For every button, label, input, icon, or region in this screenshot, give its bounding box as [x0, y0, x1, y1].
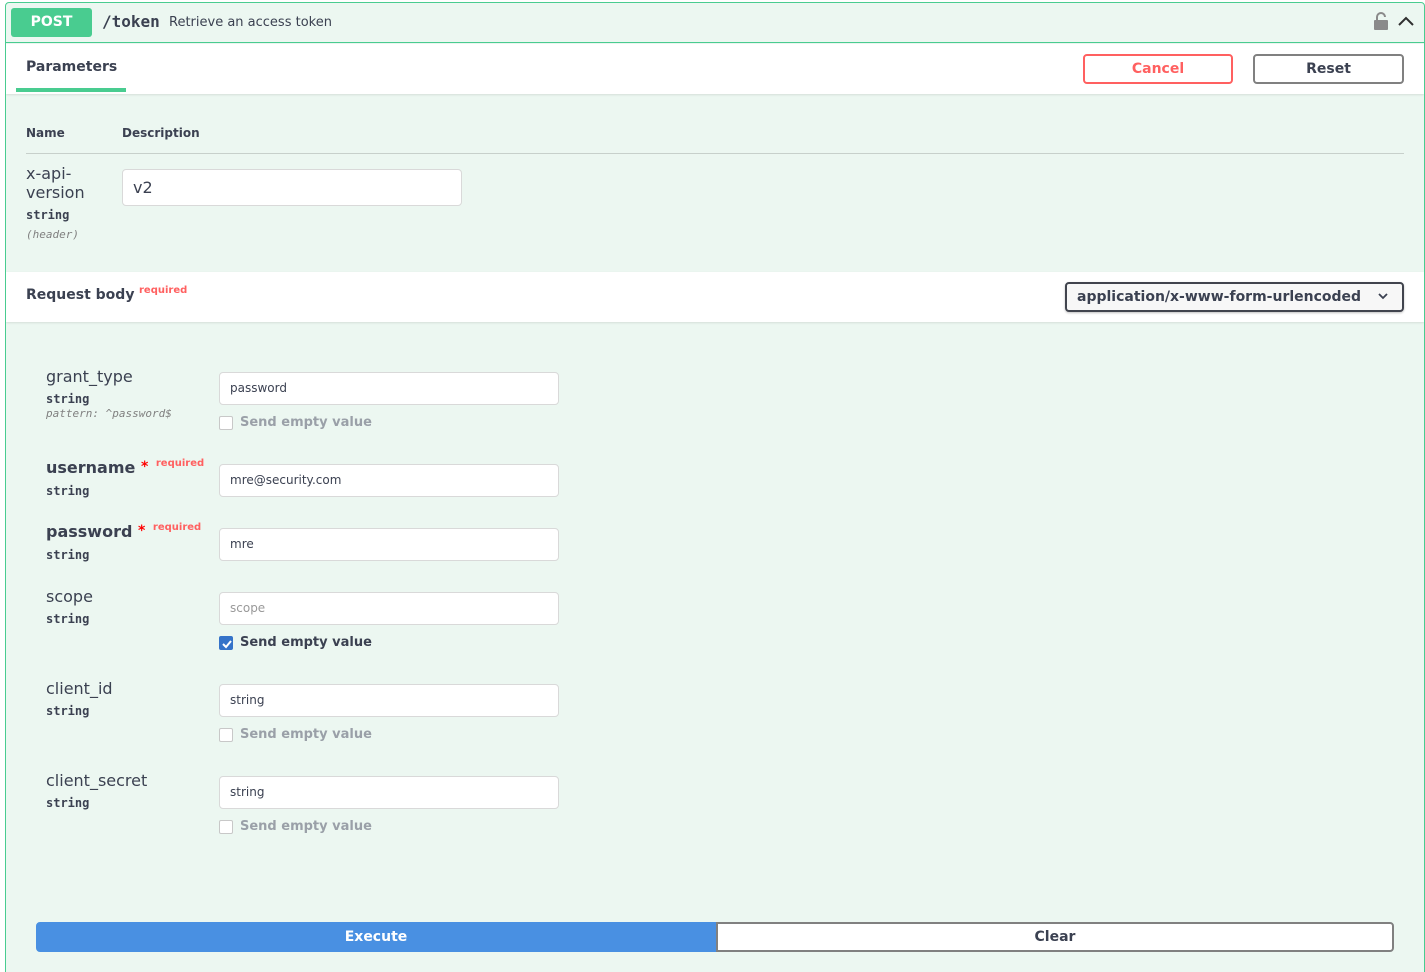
scope-input[interactable]: scope [219, 592, 559, 625]
parameters-tab-header: Parameters Cancel Reset [6, 44, 1424, 94]
field-name-text: password [46, 522, 133, 541]
chevron-down-icon [1378, 293, 1388, 300]
required-star: * [138, 523, 146, 539]
request-body-header: Request body required application/x-www-… [6, 272, 1424, 322]
send-empty-label: Send empty value [240, 635, 372, 650]
field-name-client-id: client_id [46, 679, 113, 698]
send-empty-checkbox[interactable] [219, 416, 233, 430]
field-name-username: username * required [46, 458, 204, 477]
cancel-button[interactable]: Cancel [1083, 54, 1233, 84]
required-label: required [152, 522, 202, 533]
content-type-value: application/x-www-form-urlencoded [1077, 289, 1362, 305]
column-header-description: Description [122, 126, 200, 140]
field-name-password: password * required [46, 522, 201, 541]
checkmark-icon [222, 640, 232, 649]
http-method-badge: POST [11, 8, 92, 37]
required-label: required [155, 458, 205, 469]
send-empty-checkbox-checked[interactable] [219, 636, 233, 650]
send-empty-checkbox[interactable] [219, 820, 233, 834]
required-star: * [140, 459, 149, 475]
reset-button[interactable]: Reset [1253, 54, 1404, 84]
field-type: string [46, 612, 90, 626]
request-body-title: Request body [26, 287, 135, 303]
send-empty-checkbox[interactable] [219, 728, 233, 742]
param-location: (header) [26, 228, 79, 241]
password-input[interactable]: mre [219, 528, 559, 561]
field-name-client-secret: client_secret [46, 771, 148, 790]
field-pattern: pattern: ^password$ [46, 407, 172, 420]
operation-path: /token [102, 12, 160, 31]
content-type-select[interactable]: application/x-www-form-urlencoded [1065, 282, 1404, 312]
send-empty-label: Send empty value [240, 819, 372, 834]
unlocked-padlock-icon[interactable] [1373, 12, 1389, 30]
field-type: string [46, 796, 90, 810]
column-header-name: Name [26, 126, 65, 140]
tab-active-indicator [16, 88, 126, 92]
send-empty-label: Send empty value [240, 727, 372, 742]
table-header-divider [26, 153, 1404, 154]
operation-description: Retrieve an access token [169, 15, 332, 30]
param-type: string [26, 208, 70, 222]
send-empty-label: Send empty value [240, 415, 372, 430]
clear-button[interactable]: Clear [716, 922, 1394, 952]
field-name-text: username [46, 458, 136, 477]
request-body-required-label: required [139, 285, 188, 296]
field-type: string [46, 704, 90, 718]
field-name-scope: scope [46, 587, 93, 606]
client-id-input[interactable]: string [219, 684, 559, 717]
field-type: string [46, 548, 90, 562]
operation-summary[interactable]: POST /token Retrieve an access token [6, 3, 1424, 43]
param-name-x-api-version: x-api-version [26, 164, 85, 202]
field-type: string [46, 484, 90, 498]
client-secret-input[interactable]: string [219, 776, 559, 809]
grant-type-input[interactable]: password [219, 372, 559, 405]
operation-block-post-token: POST /token Retrieve an access token Par… [5, 2, 1425, 972]
x-api-version-input[interactable]: v2 [122, 169, 462, 206]
username-input[interactable]: mre@security.com [219, 464, 559, 497]
execute-button[interactable]: Execute [36, 922, 716, 952]
field-type: string [46, 392, 90, 406]
chevron-up-icon[interactable] [1396, 13, 1416, 29]
field-name-grant-type: grant_type [46, 367, 133, 386]
tab-parameters[interactable]: Parameters [26, 59, 117, 75]
